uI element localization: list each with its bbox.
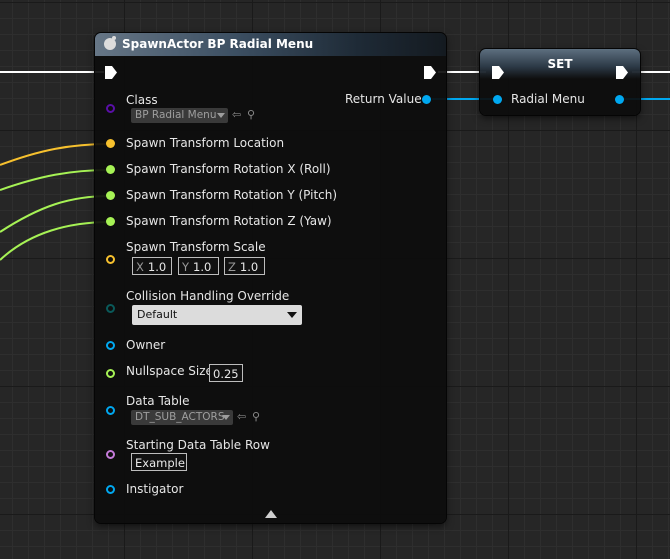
class-label: Class — [126, 93, 158, 107]
location-wire — [0, 143, 111, 166]
scale-y-field[interactable]: Y 1.0 — [178, 257, 219, 275]
datatable-label: Data Table — [126, 394, 190, 408]
advanced-expand-icon[interactable] — [265, 510, 277, 518]
class-picker[interactable]: BP Radial Menu — [131, 108, 228, 123]
set-var-label: Radial Menu — [511, 92, 585, 106]
rot-z-label: Spawn Transform Rotation Z (Yaw) — [126, 214, 332, 228]
location-label: Spawn Transform Location — [126, 136, 285, 150]
row-label: Starting Data Table Row — [126, 438, 270, 452]
row-value: Example — [135, 456, 185, 470]
nullspace-label: Nullspace Size — [126, 364, 213, 378]
scale-x-value: 1.0 — [147, 260, 167, 274]
rot-x-pin[interactable] — [106, 165, 115, 174]
set-exec-in-pin[interactable] — [492, 66, 504, 79]
scale-label: Spawn Transform Scale — [126, 240, 266, 254]
class-dropdown-arrow-icon — [217, 113, 225, 118]
scale-y-value: 1.0 — [193, 260, 212, 274]
rot-y-wire — [0, 195, 111, 233]
return-value-pin[interactable] — [422, 95, 431, 104]
class-pin[interactable] — [106, 104, 115, 113]
exec-out-pin[interactable] — [424, 66, 436, 79]
exec-in-pin[interactable] — [105, 66, 117, 79]
spawn-node-title: SpawnActor BP Radial Menu — [122, 37, 314, 51]
scale-z-value: 1.0 — [239, 260, 259, 274]
instigator-label: Instigator — [126, 482, 184, 496]
datatable-search-icon[interactable]: ⚲ — [252, 411, 260, 423]
spawn-node-header[interactable]: SpawnActor BP Radial Menu — [95, 33, 446, 56]
rot-y-label: Spawn Transform Rotation Y (Pitch) — [126, 188, 338, 202]
set-value-out-pin[interactable] — [615, 95, 624, 104]
rot-x-wire — [0, 169, 111, 191]
datatable-value: DT_SUB_ACTORS — [135, 411, 225, 423]
datatable-picker[interactable]: DT_SUB_ACTORS — [131, 410, 233, 425]
collision-dropdown-arrow-icon — [287, 312, 297, 318]
scale-x-axis-label: X — [136, 260, 144, 274]
collision-dropdown[interactable]: Default — [132, 305, 302, 325]
rot-z-wire — [0, 221, 111, 261]
instigator-pin[interactable] — [106, 485, 115, 494]
scale-x-field[interactable]: X 1.0 — [132, 257, 172, 275]
rot-z-pin[interactable] — [106, 217, 115, 226]
set-exec-out-pin[interactable] — [616, 66, 628, 79]
return-value-label: Return Value — [345, 92, 422, 106]
row-pin[interactable] — [106, 450, 115, 459]
browse-search-icon[interactable]: ⚲ — [247, 109, 255, 121]
use-selected-arrow-icon[interactable]: ⇦ — [232, 109, 241, 121]
location-pin[interactable] — [106, 139, 115, 148]
set-node[interactable]: SET Radial Menu — [480, 49, 640, 115]
spawn-actor-node[interactable]: SpawnActor BP Radial Menu Return Value C… — [95, 33, 446, 523]
class-value: BP Radial Menu — [135, 109, 217, 121]
collision-value: Default — [137, 308, 178, 321]
row-field[interactable]: Example — [131, 453, 187, 471]
scale-pin[interactable] — [106, 255, 115, 264]
scale-z-field[interactable]: Z 1.0 — [224, 257, 265, 275]
collision-label: Collision Handling Override — [126, 289, 290, 303]
scale-z-axis-label: Z — [228, 260, 236, 274]
rot-x-label: Spawn Transform Rotation X (Roll) — [126, 162, 331, 176]
datatable-dropdown-arrow-icon — [222, 415, 230, 420]
nullspace-value: 0.25 — [213, 367, 239, 381]
datatable-pin[interactable] — [106, 406, 115, 415]
bomb-icon — [104, 36, 116, 50]
datatable-use-selected-icon[interactable]: ⇦ — [237, 411, 246, 423]
nullspace-field[interactable]: 0.25 — [209, 364, 243, 382]
owner-label: Owner — [126, 338, 166, 352]
owner-pin[interactable] — [106, 341, 115, 350]
set-value-in-pin[interactable] — [493, 95, 502, 104]
collision-pin[interactable] — [106, 304, 115, 313]
rot-y-pin[interactable] — [106, 191, 115, 200]
nullspace-pin[interactable] — [106, 369, 115, 378]
scale-y-axis-label: Y — [182, 260, 190, 274]
